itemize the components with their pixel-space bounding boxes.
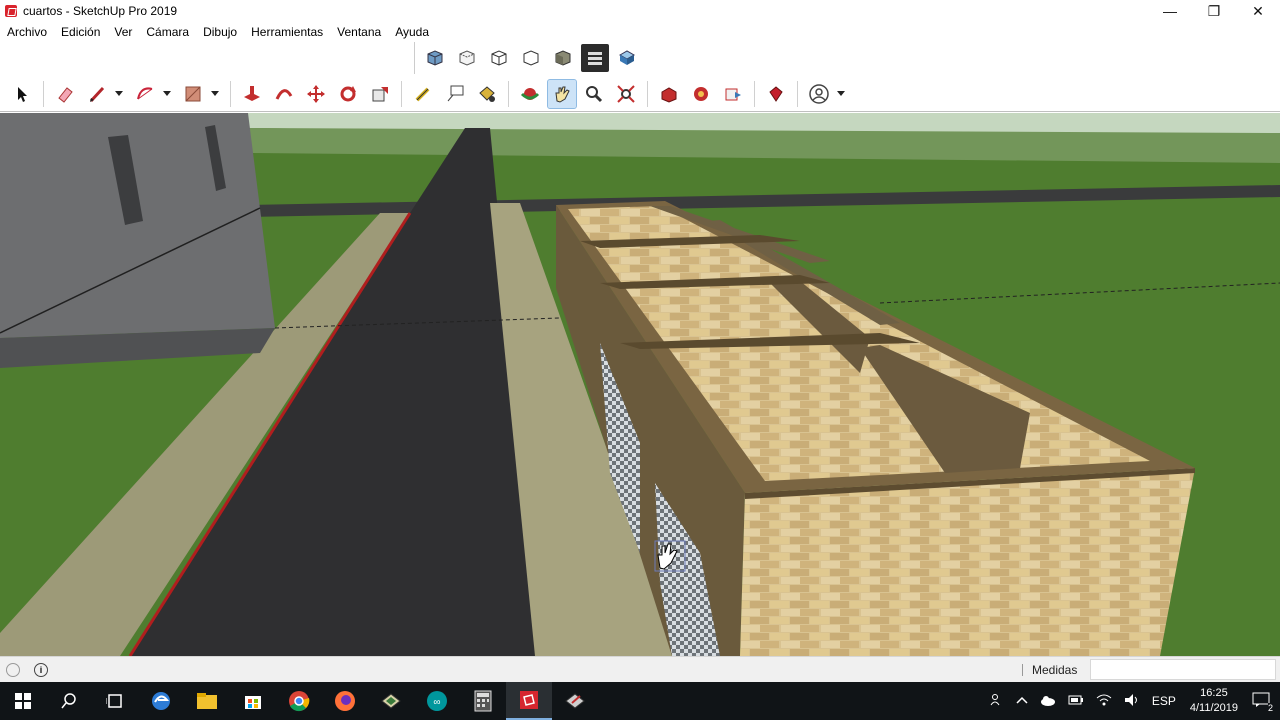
onedrive-cloud-icon[interactable]	[1040, 694, 1056, 709]
rectangle-tool-icon[interactable]	[179, 80, 207, 108]
building-left	[0, 113, 275, 338]
extension-warehouse-icon[interactable]	[687, 80, 715, 108]
shaded-style-icon[interactable]	[549, 44, 577, 72]
measures-input[interactable]	[1090, 659, 1276, 680]
sketchup-logo-icon	[5, 5, 17, 17]
toolbar-separator	[230, 80, 231, 107]
task-view-icon[interactable]	[92, 682, 138, 720]
monochrome-style-icon[interactable]	[613, 44, 641, 72]
measures-label: Medidas	[1032, 663, 1078, 677]
pan-tool-icon[interactable]	[547, 78, 577, 109]
main-toolbar	[0, 76, 1280, 112]
arc-tool-icon[interactable]	[131, 80, 159, 108]
menu-edicion[interactable]: Edición	[61, 25, 100, 39]
window-title: cuartos - SketchUp Pro 2019	[23, 4, 178, 18]
account-dropdown-chevron-icon[interactable]	[835, 80, 847, 108]
shaded-textures-style-icon[interactable]	[581, 44, 609, 72]
style-builder-icon[interactable]	[552, 682, 598, 720]
minimize-button[interactable]: —	[1148, 0, 1192, 22]
wifi-icon[interactable]	[1096, 693, 1112, 710]
notification-center-icon[interactable]: 2	[1252, 692, 1273, 713]
calculator-icon[interactable]	[460, 682, 506, 720]
toolbar-separator	[797, 80, 798, 107]
zoom-extents-tool-icon[interactable]	[612, 80, 640, 108]
arc-dropdown-chevron-icon[interactable]	[161, 80, 173, 108]
rectangle-dropdown-chevron-icon[interactable]	[209, 80, 221, 108]
tape-measure-tool-icon[interactable]	[409, 80, 437, 108]
close-button[interactable]: ✕	[1236, 0, 1280, 22]
search-icon[interactable]	[46, 682, 92, 720]
chrome-icon[interactable]	[276, 682, 322, 720]
extension-manager-icon[interactable]	[762, 80, 790, 108]
sketchup-layout-icon[interactable]	[368, 682, 414, 720]
firefox-icon[interactable]	[322, 682, 368, 720]
menu-ver[interactable]: Ver	[114, 25, 132, 39]
follow-me-tool-icon[interactable]	[270, 80, 298, 108]
clock-date: 4/11/2019	[1189, 702, 1238, 714]
scene-model	[0, 113, 1280, 656]
taskbar: ∞ ESP 16:25 4/11/2019 2	[0, 682, 1280, 720]
text-tool-icon[interactable]	[441, 80, 469, 108]
battery-icon[interactable]	[1068, 694, 1084, 709]
wireframe-style-icon[interactable]	[485, 44, 513, 72]
paint-bucket-tool-icon[interactable]	[473, 80, 501, 108]
select-tool-icon[interactable]	[8, 80, 36, 108]
menu-dibujo[interactable]: Dibujo	[203, 25, 237, 39]
title-bar: cuartos - SketchUp Pro 2019 — ❐ ✕	[0, 0, 1280, 22]
hidden-line-style-icon[interactable]	[517, 44, 545, 72]
menu-camara[interactable]: Cámara	[146, 25, 189, 39]
chevron-up-icon[interactable]	[1016, 694, 1028, 708]
edge-icon[interactable]	[138, 682, 184, 720]
toolbar-separator	[754, 80, 755, 107]
toolbar-separator	[43, 80, 44, 107]
toolbar-separator	[647, 80, 648, 107]
file-explorer-icon[interactable]	[184, 682, 230, 720]
building-front-wall	[740, 468, 1195, 656]
pencil-tool-icon[interactable]	[83, 80, 111, 108]
menu-bar: Archivo Edición Ver Cámara Dibujo Herram…	[0, 22, 1280, 41]
toolbar-separator	[401, 80, 402, 107]
language-indicator[interactable]: ESP	[1152, 694, 1176, 708]
orbit-tool-icon[interactable]	[516, 80, 544, 108]
eraser-tool-icon[interactable]	[51, 80, 79, 108]
drawing-viewport[interactable]	[0, 113, 1280, 656]
volume-icon[interactable]	[1124, 693, 1140, 710]
geolocation-icon[interactable]	[6, 662, 20, 677]
people-icon[interactable]	[990, 693, 1004, 710]
toolbar-separator	[508, 80, 509, 107]
account-icon[interactable]	[805, 80, 833, 108]
clock-time: 16:25	[1200, 687, 1228, 699]
menu-archivo[interactable]: Archivo	[7, 25, 47, 39]
move-tool-icon[interactable]	[302, 80, 330, 108]
zoom-tool-icon[interactable]	[580, 80, 608, 108]
send-to-layout-icon[interactable]	[719, 80, 747, 108]
menu-ventana[interactable]: Ventana	[337, 25, 381, 39]
clock[interactable]: 16:25 4/11/2019	[1190, 686, 1238, 716]
menu-ayuda[interactable]: Ayuda	[395, 25, 429, 39]
divider	[1022, 664, 1023, 676]
menu-herramientas[interactable]: Herramientas	[251, 25, 323, 39]
sketchup-icon[interactable]	[506, 682, 552, 720]
xray-style-icon[interactable]	[421, 44, 449, 72]
svg-text:∞: ∞	[433, 697, 440, 708]
back-edges-style-icon[interactable]	[453, 44, 481, 72]
3d-warehouse-icon[interactable]	[655, 80, 683, 108]
system-tray: ESP 16:25 4/11/2019 2	[984, 682, 1280, 720]
notification-count: 2	[1267, 702, 1273, 713]
pencil-dropdown-chevron-icon[interactable]	[113, 80, 125, 108]
start-icon[interactable]	[0, 682, 46, 720]
styles-toolbar	[414, 42, 643, 74]
info-icon[interactable]: i	[34, 662, 48, 677]
arduino-icon[interactable]: ∞	[414, 682, 460, 720]
status-bar: i Medidas	[0, 656, 1280, 682]
restore-button[interactable]: ❐	[1192, 0, 1236, 22]
push-pull-tool-icon[interactable]	[238, 80, 266, 108]
scale-tool-icon[interactable]	[366, 80, 394, 108]
store-icon[interactable]	[230, 682, 276, 720]
rotate-tool-icon[interactable]	[334, 80, 362, 108]
